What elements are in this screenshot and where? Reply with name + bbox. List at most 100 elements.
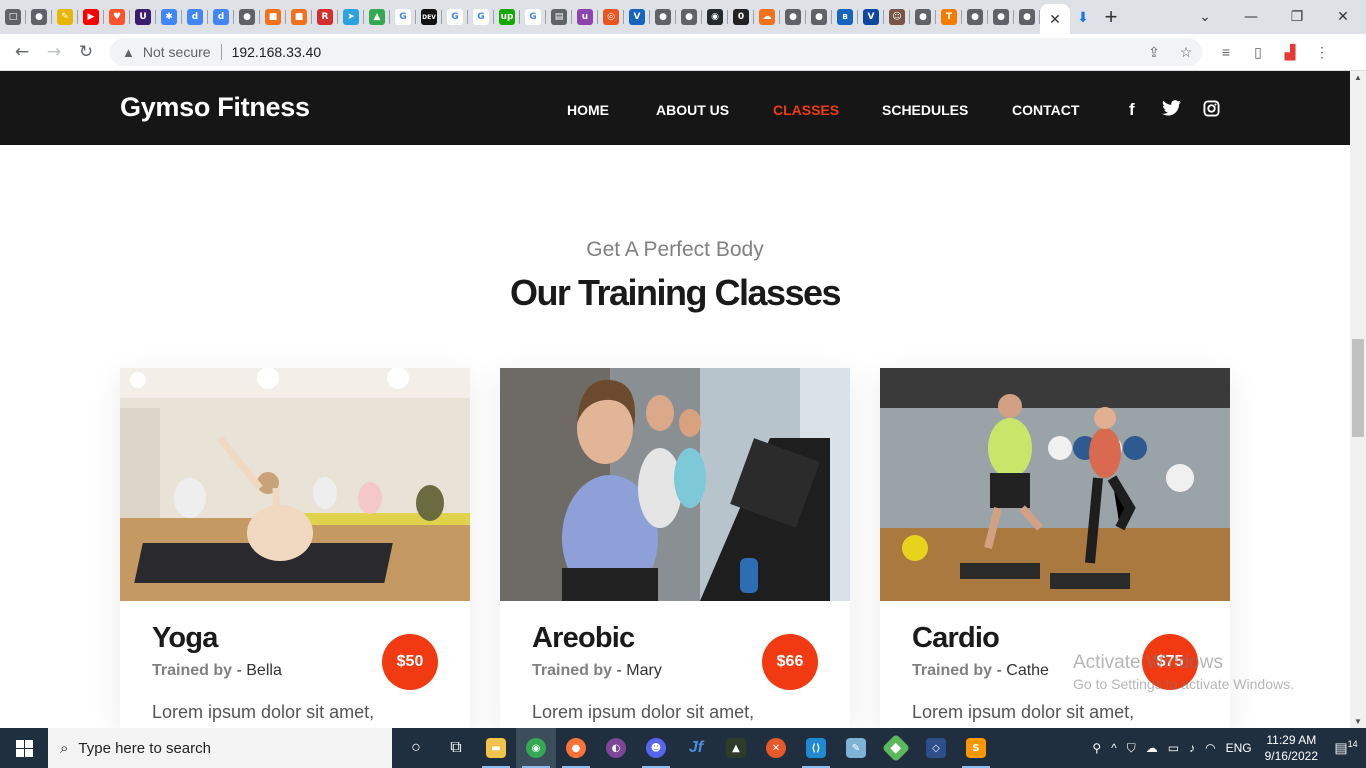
- scrollbar-thumb[interactable]: [1352, 339, 1364, 437]
- site-logo[interactable]: Gymso Fitness: [120, 92, 310, 123]
- browser-tab[interactable]: G: [390, 0, 416, 34]
- network-icon[interactable]: ☁: [1141, 741, 1163, 755]
- browser-tab[interactable]: ➤: [338, 0, 364, 34]
- ball-app-icon[interactable]: ✕: [756, 728, 796, 768]
- browser-tab[interactable]: R: [312, 0, 338, 34]
- restore-button[interactable]: ❐: [1274, 9, 1320, 25]
- browser-tab[interactable]: ●: [806, 0, 832, 34]
- browser-tab[interactable]: up: [494, 0, 520, 34]
- browser-tab[interactable]: ●: [962, 0, 988, 34]
- new-tab-button[interactable]: +: [1096, 4, 1126, 30]
- browser-tab[interactable]: 0: [728, 0, 754, 34]
- extension-icon[interactable]: ▟: [1274, 44, 1306, 61]
- browser-tab[interactable]: ●: [988, 0, 1014, 34]
- browser-tab[interactable]: ◎: [598, 0, 624, 34]
- browser-tab[interactable]: V: [624, 0, 650, 34]
- browser-tab[interactable]: ●: [1014, 0, 1040, 34]
- language-indicator[interactable]: ENG: [1221, 741, 1257, 755]
- twitter-icon[interactable]: [1162, 100, 1181, 121]
- nav-classes[interactable]: CLASSES: [773, 102, 839, 118]
- browser-tab[interactable]: u: [572, 0, 598, 34]
- virtualbox-icon[interactable]: ◇: [916, 728, 956, 768]
- security-label[interactable]: Not secure: [143, 44, 211, 60]
- reading-list-icon[interactable]: ≡: [1210, 44, 1242, 61]
- forward-icon[interactable]: →: [38, 36, 70, 68]
- nav-contact[interactable]: CONTACT: [1012, 102, 1079, 118]
- jetbrains-icon[interactable]: Jf: [676, 728, 716, 768]
- file-explorer-icon[interactable]: ▬: [476, 728, 516, 768]
- browser-tab[interactable]: G: [520, 0, 546, 34]
- vscode-icon[interactable]: ⟨⟩: [796, 728, 836, 768]
- alpari-icon[interactable]: ▲: [716, 728, 756, 768]
- browser-tab[interactable]: ●: [26, 0, 52, 34]
- browser-tab[interactable]: ■: [286, 0, 312, 34]
- git-client-icon[interactable]: ■: [876, 728, 916, 768]
- taskbar-search[interactable]: ⌕ Type here to search: [48, 728, 392, 768]
- wifi-icon[interactable]: ◠: [1200, 741, 1220, 755]
- warning-icon[interactable]: ▲: [122, 45, 135, 60]
- browser-tab[interactable]: ◉: [702, 0, 728, 34]
- browser-tab[interactable]: ✎: [52, 0, 78, 34]
- people-icon[interactable]: ⚲: [1087, 741, 1106, 755]
- browser-tab[interactable]: □: [0, 0, 26, 34]
- browser-tab[interactable]: ʙ: [832, 0, 858, 34]
- browser-tab[interactable]: ●: [780, 0, 806, 34]
- close-window-button[interactable]: ✕: [1320, 9, 1366, 25]
- notification-center-icon[interactable]: ▤14: [1326, 739, 1366, 757]
- facebook-icon[interactable]: f: [1129, 100, 1135, 120]
- nav-schedules[interactable]: SCHEDULES: [882, 102, 968, 118]
- browser-tab[interactable]: ●: [650, 0, 676, 34]
- discord-icon[interactable]: ☻: [636, 728, 676, 768]
- show-hidden-icons[interactable]: ^: [1106, 741, 1122, 755]
- menu-icon[interactable]: ⋮: [1306, 44, 1338, 61]
- address-bar[interactable]: ▲ Not secure 192.168.33.40 ⇪ ☆: [110, 38, 1202, 66]
- browser-tab[interactable]: V: [858, 0, 884, 34]
- browser-tab[interactable]: ▲: [364, 0, 390, 34]
- tab-search-icon[interactable]: ⌄: [1182, 9, 1228, 25]
- browser-tab[interactable]: ●: [234, 0, 260, 34]
- side-panel-icon[interactable]: ▯: [1242, 44, 1274, 61]
- clock[interactable]: 11:29 AM 9/16/2022: [1257, 732, 1326, 764]
- volume-icon[interactable]: ♪: [1184, 741, 1200, 755]
- download-tab-icon[interactable]: ⬇: [1070, 9, 1096, 26]
- reload-icon[interactable]: ↻: [70, 36, 102, 68]
- minimize-button[interactable]: —: [1228, 9, 1274, 25]
- start-button[interactable]: [0, 728, 48, 768]
- sublime-text-icon[interactable]: S: [956, 728, 996, 768]
- search-placeholder[interactable]: Type here to search: [78, 740, 211, 757]
- bookmark-star-icon[interactable]: ☆: [1170, 44, 1202, 61]
- tor-browser-icon[interactable]: ◐: [596, 728, 636, 768]
- browser-tab[interactable]: G: [468, 0, 494, 34]
- browser-tab[interactable]: d: [208, 0, 234, 34]
- browser-tab[interactable]: d: [182, 0, 208, 34]
- browser-tab[interactable]: G: [442, 0, 468, 34]
- browser-tab[interactable]: ●: [910, 0, 936, 34]
- browser-tab[interactable]: ▶: [78, 0, 104, 34]
- browser-tab[interactable]: ▤: [546, 0, 572, 34]
- browser-tab[interactable]: ■: [260, 0, 286, 34]
- cortana-icon[interactable]: ○: [396, 728, 436, 768]
- security-icon[interactable]: ⛉: [1122, 741, 1141, 756]
- url-text[interactable]: 192.168.33.40: [232, 44, 322, 60]
- browser-tab[interactable]: U: [130, 0, 156, 34]
- active-tab[interactable]: ✕: [1040, 4, 1070, 34]
- back-icon[interactable]: ←: [6, 36, 38, 68]
- task-view-icon[interactable]: ⧉: [436, 728, 476, 768]
- firefox-icon[interactable]: ●: [556, 728, 596, 768]
- close-tab-icon[interactable]: ✕: [1049, 11, 1061, 28]
- class-card-areobic[interactable]: Areobic Trained by - Mary $66 Lorem ipsu…: [500, 368, 850, 728]
- battery-icon[interactable]: ▭: [1163, 741, 1184, 755]
- nav-about-us[interactable]: ABOUT US: [656, 102, 729, 118]
- scroll-down-icon[interactable]: ▼: [1350, 717, 1366, 726]
- page-scrollbar[interactable]: ▲ ▼: [1350, 71, 1366, 728]
- browser-tab[interactable]: T: [936, 0, 962, 34]
- notepad-icon[interactable]: ✎: [836, 728, 876, 768]
- class-card-yoga[interactable]: Yoga Trained by - Bella $50 Lorem ipsum …: [120, 368, 470, 728]
- browser-tab[interactable]: DEV: [416, 0, 442, 34]
- browser-tab[interactable]: ♥: [104, 0, 130, 34]
- browser-tab[interactable]: ☺: [884, 0, 910, 34]
- class-card-cardio[interactable]: Cardio Trained by - Cathe $75 Lorem ipsu…: [880, 368, 1230, 728]
- instagram-icon[interactable]: [1203, 100, 1220, 122]
- scroll-up-icon[interactable]: ▲: [1350, 73, 1366, 82]
- browser-tab[interactable]: ☁: [754, 0, 780, 34]
